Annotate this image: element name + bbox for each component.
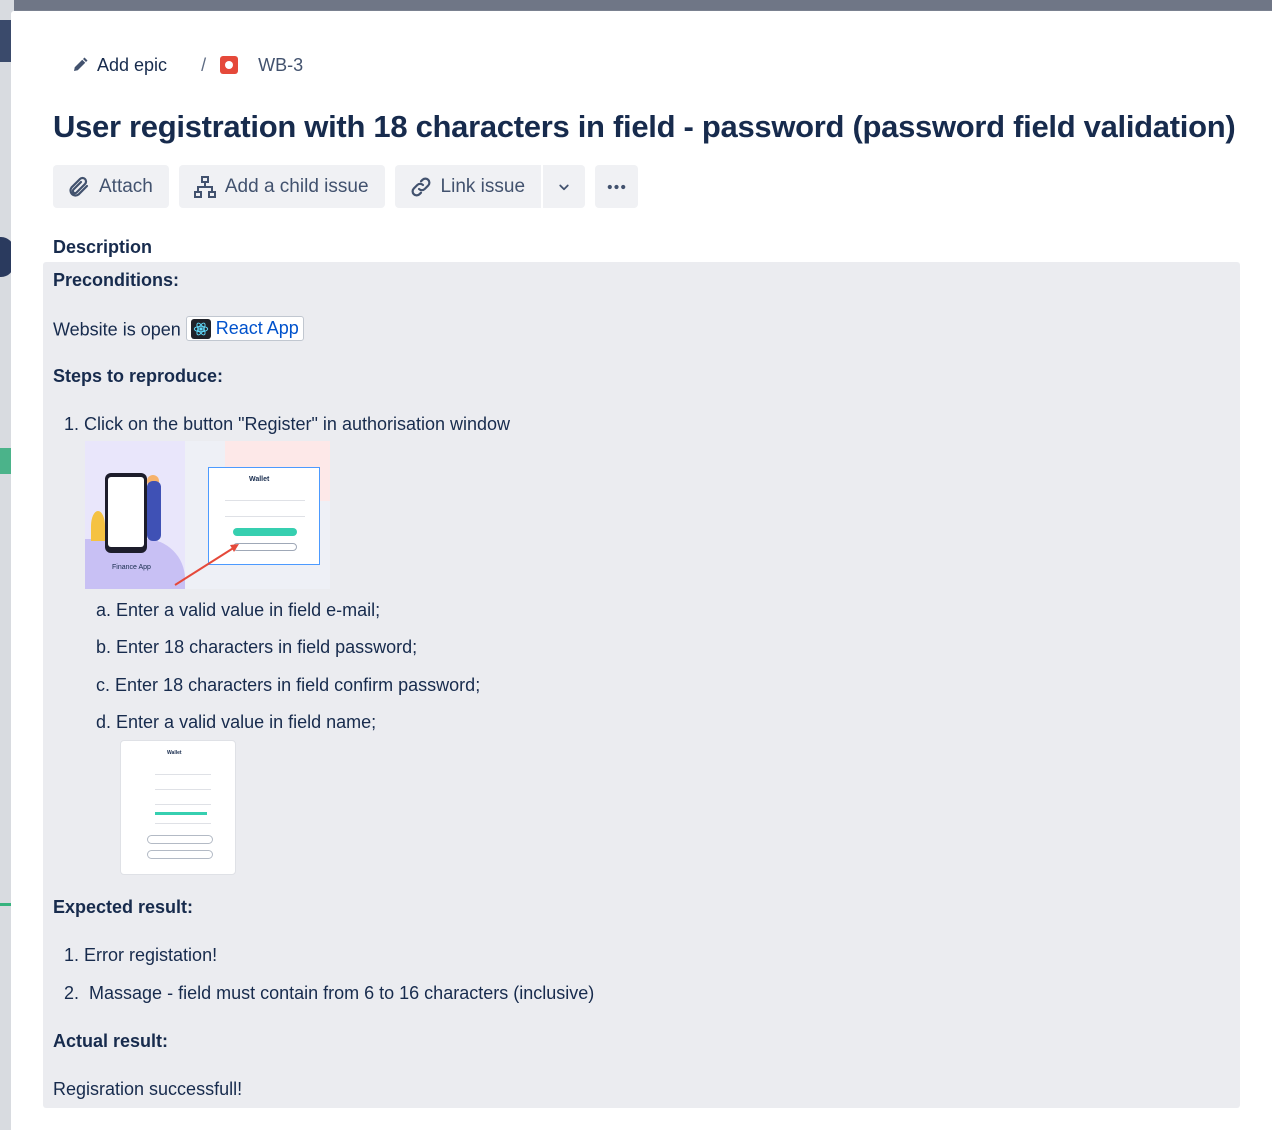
- expected-heading: Expected result:: [53, 897, 194, 917]
- issue-key: WB-3: [258, 54, 304, 75]
- substep-item: b. Enter 18 characters in field password…: [96, 637, 417, 658]
- substep-text: Enter a valid value in field e-mail;: [116, 600, 381, 620]
- issue-title[interactable]: User registration with 18 characters in …: [53, 109, 1236, 145]
- substep-letter: c.: [96, 675, 111, 695]
- form-register-button: [147, 835, 213, 844]
- form-field-line: [155, 789, 211, 790]
- child-issue-icon: [193, 175, 216, 198]
- step-text: Click on the button "Register" in author…: [84, 414, 511, 434]
- description-label: Description: [53, 237, 153, 257]
- form-card-title: Wallet: [167, 750, 182, 756]
- actual-text: Regisration successfull!: [53, 1079, 243, 1099]
- pencil-icon: [74, 57, 88, 71]
- link-issue-split-button: Link issue: [394, 165, 586, 208]
- attach-label: Attach: [99, 175, 153, 197]
- form-field-line: [155, 804, 211, 805]
- step-item: 1. Click on the button "Register" in aut…: [64, 414, 510, 435]
- add-child-label: Add a child issue: [224, 175, 369, 197]
- form-field-line: [155, 823, 211, 824]
- step-number: 1.: [64, 414, 80, 434]
- attach-button[interactable]: Attach: [53, 165, 169, 208]
- actual-heading: Actual result:: [53, 1031, 169, 1051]
- link-issue-label: Link issue: [440, 175, 526, 197]
- link-issue-dropdown-button[interactable]: [541, 165, 586, 208]
- substep-letter: d.: [96, 712, 112, 732]
- preconditions-heading: Preconditions:: [53, 270, 180, 290]
- issue-toolbar: Attach Add a child issue Link issue: [53, 165, 639, 208]
- breadcrumb: Add epic / WB-3: [71, 51, 303, 79]
- form-strength-bar: [155, 812, 207, 815]
- more-icon: [607, 184, 626, 189]
- substep-text: Enter 18 characters in field confirm pas…: [115, 675, 481, 695]
- background-top-strip: [0, 0, 1272, 10]
- expected-number: 1.: [64, 945, 80, 965]
- link-icon: [411, 177, 430, 196]
- substep-letter: a.: [96, 600, 112, 620]
- react-app-link[interactable]: React App: [185, 316, 304, 341]
- expected-item: 2. Massage - field must contain from 6 t…: [64, 983, 594, 1004]
- substep-text: Enter 18 characters in field password;: [116, 637, 418, 657]
- attach-icon: [69, 176, 89, 197]
- bug-icon: [220, 56, 239, 74]
- substep-item: c. Enter 18 characters in field confirm …: [96, 675, 480, 696]
- react-icon: [190, 318, 211, 339]
- form-field-line: [155, 774, 211, 775]
- more-actions-button[interactable]: [595, 165, 639, 208]
- preconditions-text: Website is open: [53, 319, 181, 340]
- expected-item: 1. Error registation!: [64, 945, 217, 966]
- preconditions-line: Website is open React App: [53, 316, 304, 343]
- substep-text: Enter a valid value in field name;: [116, 712, 377, 732]
- issue-key-link[interactable]: WB-3: [220, 55, 303, 76]
- add-epic-link[interactable]: Add epic: [71, 55, 167, 76]
- red-arrow-annotation: [174, 544, 239, 586]
- expected-text: Massage - field must contain from 6 to 1…: [84, 983, 595, 1003]
- substep-letter: b.: [96, 637, 112, 657]
- add-epic-label: Add epic: [97, 54, 168, 75]
- form-login-button: [147, 850, 213, 859]
- chevron-down-icon: [559, 184, 569, 190]
- breadcrumb-separator: /: [201, 54, 207, 75]
- add-child-issue-button[interactable]: Add a child issue: [178, 165, 385, 208]
- steps-heading: Steps to reproduce:: [53, 366, 224, 386]
- substep-item: a. Enter a valid value in field e-mail;: [96, 600, 380, 621]
- registration-form-screenshot[interactable]: Wallet: [120, 740, 236, 875]
- expected-text: Error registation!: [84, 945, 218, 965]
- register-screenshot[interactable]: Finance App Wallet: [85, 441, 330, 589]
- substep-item: d. Enter a valid value in field name;: [96, 712, 376, 733]
- expected-number: 2.: [64, 983, 80, 1003]
- link-issue-button[interactable]: Link issue: [394, 165, 542, 208]
- react-app-link-label: React App: [215, 318, 299, 338]
- description-editor[interactable]: Preconditions: Website is open React App…: [43, 262, 1240, 1108]
- issue-modal: Add epic / WB-3 User registration with 1…: [11, 11, 1272, 1130]
